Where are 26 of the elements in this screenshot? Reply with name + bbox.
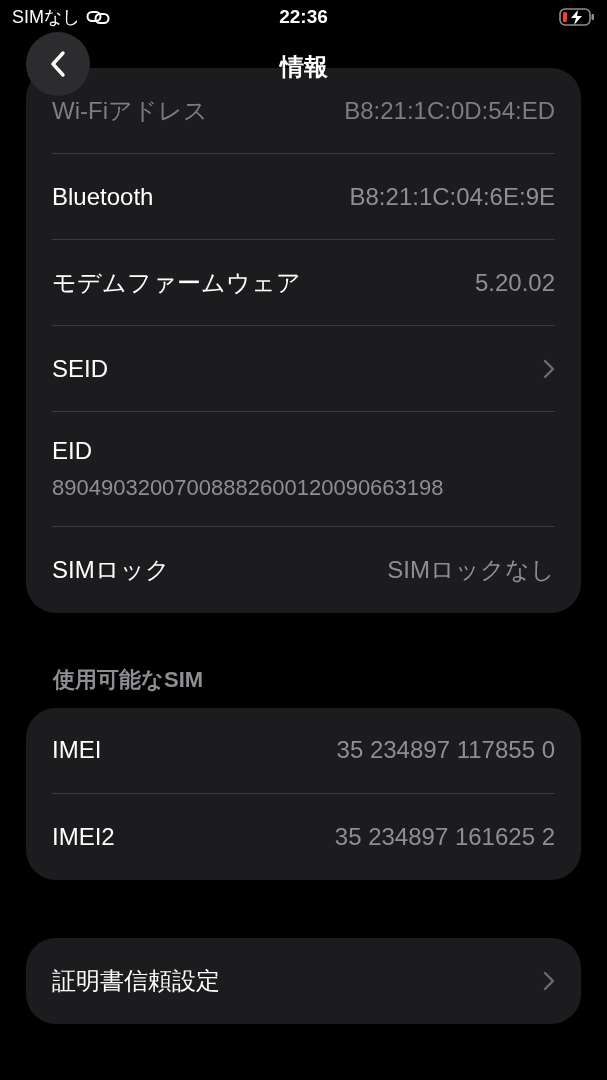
settings-row[interactable]: 証明書信頼設定 (52, 937, 555, 1024)
carrier-text: SIMなし (12, 5, 80, 29)
section-header: 使用可能なSIM (53, 665, 205, 694)
settings-row[interactable]: SEID (52, 326, 555, 412)
row-value: 89049032007008882600120090663198 (52, 474, 445, 502)
clock-text: 22:36 (279, 4, 328, 29)
row-label: IMEI2 (52, 821, 115, 852)
row-label: IMEI (52, 735, 102, 765)
back-icon (50, 50, 66, 78)
row-label: Bluetooth (52, 181, 154, 212)
screen-title: 情報 (279, 52, 328, 82)
row-value: 5.20.02 (474, 267, 555, 298)
chevron-right-icon (543, 970, 555, 991)
row-label: EID (52, 436, 93, 466)
row-label: SIMロック (52, 554, 170, 585)
row-label: Wi-Fiアドレス (52, 95, 208, 126)
row-label: 証明書信頼設定 (52, 965, 220, 996)
row-value: 35 234897 161625 2 (334, 821, 555, 852)
row-value: 35 234897 117855 0 (336, 735, 555, 765)
row-value: B8:21:1C:04:6E:9E (349, 181, 555, 212)
link-icon (86, 10, 110, 24)
row-value: SIMロックなし (387, 554, 555, 585)
chevron-right-icon (543, 358, 555, 379)
row-label: モデムファームウェア (52, 267, 301, 298)
row-value: B8:21:1C:0D:54:ED (344, 95, 555, 126)
row-label: SEID (52, 353, 108, 384)
